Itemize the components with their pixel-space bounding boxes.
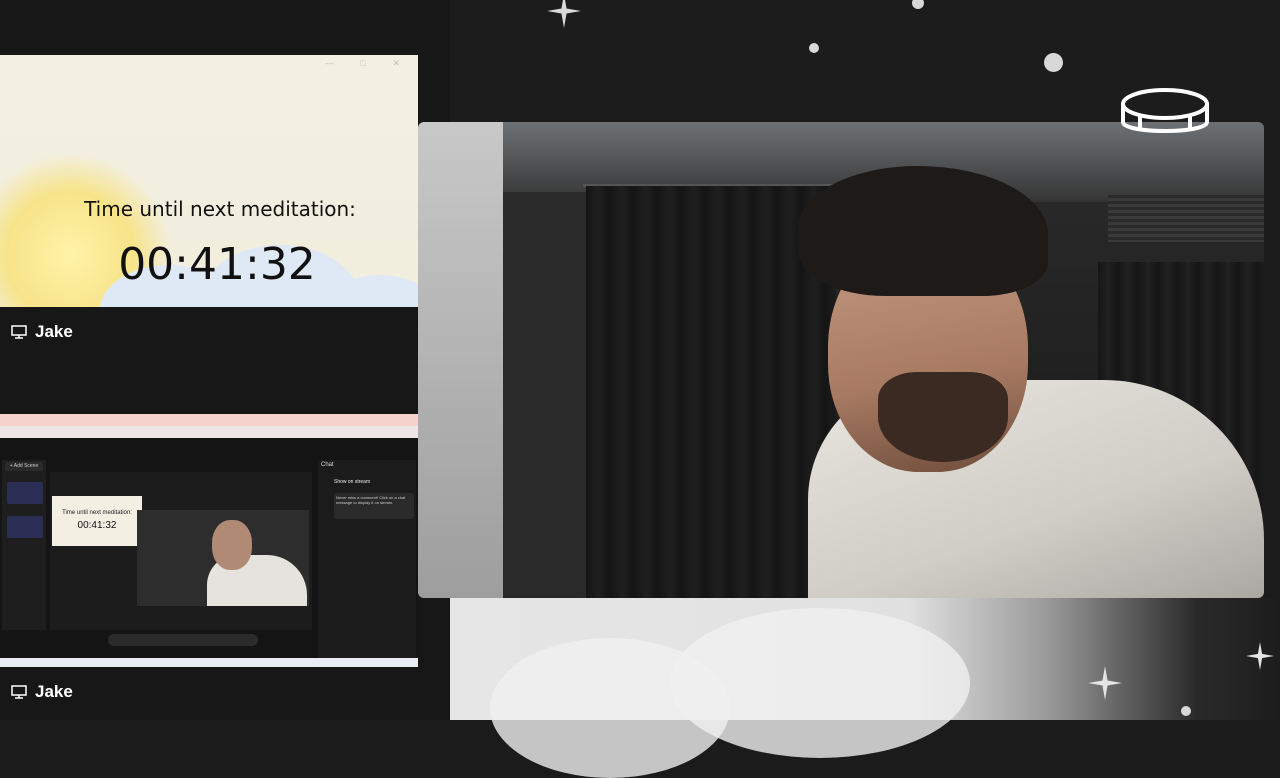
mini-countdown: 00:41:32 — [77, 520, 117, 531]
mini-taskbar — [0, 658, 418, 667]
mini-meditation-label: Time until next meditation: — [62, 510, 132, 516]
screen-share-tile-meditation: — □ ✕ Time until next meditation: 00:41:… — [0, 55, 418, 307]
door — [503, 192, 593, 598]
stream-stage: — □ ✕ Time until next meditation: 00:41:… — [0, 0, 1280, 778]
mini-chat-title: Chat — [321, 462, 334, 468]
participant-name: Jake — [35, 682, 73, 701]
participant-name-tag: Jake — [11, 682, 73, 702]
window-controls[interactable]: — □ ✕ — [325, 58, 412, 69]
sparkle-star-icon — [1088, 666, 1122, 700]
screen-share-tile-desktop: + Add Scene Time until next meditation: … — [0, 414, 418, 667]
mini-studio-app: + Add Scene Time until next meditation: … — [0, 438, 418, 660]
participant-name-tag: Jake — [11, 322, 73, 342]
person-beard — [878, 372, 1008, 462]
mini-chat-show-on-stream[interactable]: Show on stream — [334, 479, 370, 485]
mini-meditation-tile: Time until next meditation: 00:41:32 — [52, 496, 142, 546]
mini-canvas: Time until next meditation: 00:41:32 — [50, 472, 312, 630]
mini-browser-urlbar — [0, 426, 418, 438]
mini-scene-thumb[interactable] — [7, 516, 43, 538]
ring-logo-icon — [1121, 88, 1209, 133]
participant-name: Jake — [35, 322, 73, 341]
mini-add-scene-button[interactable]: + Add Scene — [5, 462, 43, 471]
star-dot — [1044, 53, 1063, 72]
sparkle-star-icon — [1246, 642, 1274, 670]
bottom-glow-background — [450, 598, 1280, 778]
left-column: — □ ✕ Time until next meditation: 00:41:… — [0, 0, 450, 720]
left-wall — [418, 122, 503, 598]
star-dot — [809, 43, 819, 53]
monitor-icon — [11, 685, 27, 699]
countdown-timer: 00:41:32 — [118, 239, 316, 290]
monitor-icon — [11, 325, 27, 339]
meditation-label: Time until next meditation: — [84, 197, 356, 221]
mini-chat-bubble[interactable]: Never miss a comment! Click on a chat me… — [334, 493, 414, 519]
mini-browser-tabbar — [0, 414, 418, 426]
mini-scene-thumb[interactable] — [7, 482, 43, 504]
star-dot — [1181, 706, 1191, 716]
person-hair — [798, 166, 1048, 296]
air-vent — [1108, 192, 1264, 242]
mini-camera-feed — [137, 510, 309, 606]
main-camera-feed — [418, 122, 1264, 598]
star-dot — [912, 0, 924, 9]
mini-scenes-sidebar: + Add Scene — [2, 460, 46, 630]
mini-chat-panel: Chat Show on stream Never miss a comment… — [318, 460, 416, 660]
mini-controls-bar[interactable] — [108, 634, 258, 646]
sparkle-star-icon — [547, 0, 581, 28]
